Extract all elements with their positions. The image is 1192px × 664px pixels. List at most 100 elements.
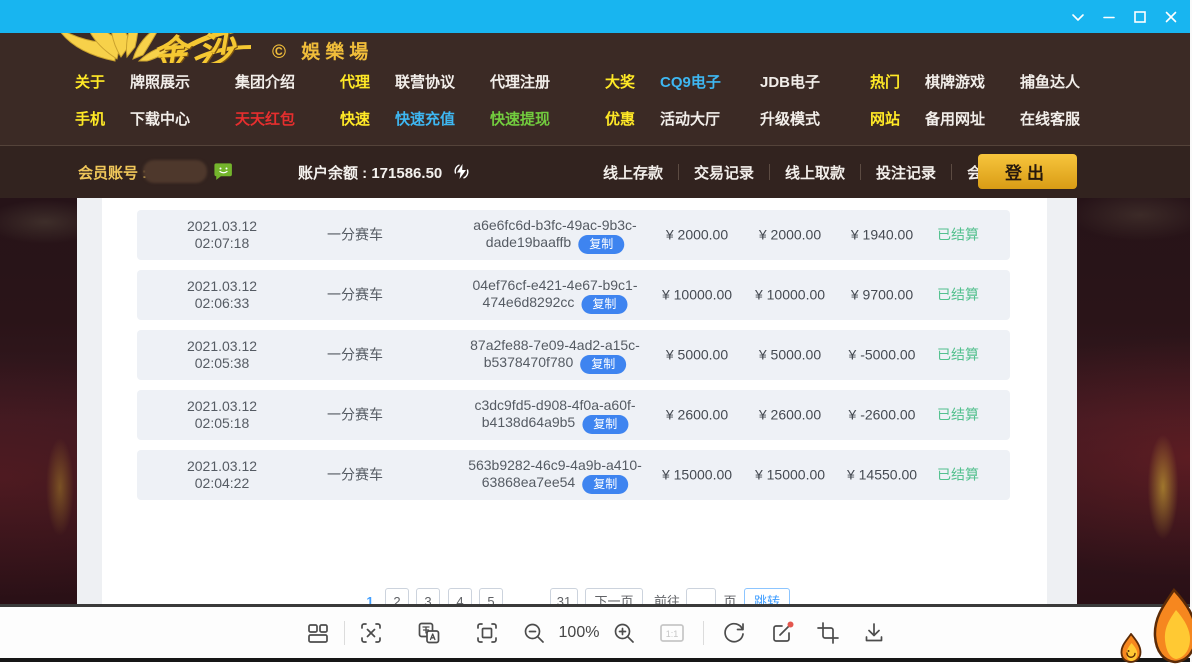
extract-text-icon[interactable] xyxy=(359,621,383,645)
link-online-withdraw[interactable]: 线上取款 xyxy=(770,162,860,183)
game-name: 一分赛车 xyxy=(327,407,383,424)
copy-button[interactable]: 复制 xyxy=(578,235,624,254)
nav-item-group-intro[interactable]: 集团介绍 xyxy=(235,71,340,92)
bet-amount: ¥ 2000.00 xyxy=(666,227,728,244)
nav-item-download[interactable]: 下载中心 xyxy=(130,108,235,129)
zoom-level-label: 100% xyxy=(559,624,600,642)
content-panel: 2021.03.1202:07:18 一分赛车 a6e6fc6d-b3fc-49… xyxy=(102,197,1047,604)
bet-amount: ¥ 2600.00 xyxy=(666,407,728,424)
nav-item-mobile[interactable]: 手机 xyxy=(75,108,130,129)
nav-item-cq9[interactable]: CQ9电子 xyxy=(660,71,760,92)
nav-item-about[interactable]: 关于 xyxy=(75,71,130,92)
translate-icon[interactable] xyxy=(417,621,441,645)
game-name: 一分赛车 xyxy=(327,287,383,304)
window-bottom-edge xyxy=(0,658,1192,662)
chat-icon[interactable] xyxy=(213,161,234,182)
nav-row-1: 关于 牌照展示 集团介绍 代理 联营协议 代理注册 大奖 CQ9电子 JDB电子… xyxy=(75,71,1115,92)
balance-label: 账户余额 : xyxy=(298,165,367,182)
download-icon[interactable] xyxy=(862,621,886,645)
link-bet-record[interactable]: 投注记录 xyxy=(861,162,951,183)
logo-area: 金沙 © 娛樂場 xyxy=(0,33,1192,63)
brand-logo-text: 金沙 xyxy=(150,33,245,63)
nav-item-license[interactable]: 牌照展示 xyxy=(130,71,235,92)
game-name: 一分赛车 xyxy=(327,227,383,244)
win-loss-amount: ¥ -5000.00 xyxy=(849,347,916,364)
bet-amount: ¥ 15000.00 xyxy=(662,467,732,484)
balance-value: 171586.50 xyxy=(371,165,442,182)
valid-amount: ¥ 2600.00 xyxy=(759,407,821,424)
divider xyxy=(703,621,704,645)
actual-size-icon[interactable]: 1:1 xyxy=(659,621,685,645)
balance-text: 账户余额 : 171586.50 xyxy=(298,162,470,183)
game-name: 一分赛车 xyxy=(327,467,383,484)
status-settled: 已结算 xyxy=(937,347,979,364)
bet-datetime: 2021.03.1202:05:38 xyxy=(187,338,257,372)
link-transaction-record[interactable]: 交易记录 xyxy=(679,162,769,183)
window-titlebar xyxy=(0,0,1192,33)
link-online-deposit[interactable]: 线上存款 xyxy=(588,162,678,183)
crop-icon[interactable] xyxy=(816,621,840,645)
nav-item-hot[interactable]: 热门 xyxy=(870,71,925,92)
copy-button[interactable]: 复制 xyxy=(581,295,627,314)
table-row: 2021.03.1202:07:18 一分赛车 a6e6fc6d-b3fc-49… xyxy=(137,210,1010,260)
table-row: 2021.03.1202:05:18 一分赛车 c3dc9fd5-d908-4f… xyxy=(137,390,1010,440)
nav-item-red-packet[interactable]: 天天红包 xyxy=(235,108,340,129)
transaction-id: c3dc9fd5-d908-4f0a-a60f- b4138d64a9b5复制 xyxy=(474,397,635,433)
nav-item-jdb[interactable]: JDB电子 xyxy=(760,71,870,92)
nav-item-alliance[interactable]: 联营协议 xyxy=(395,71,490,92)
chevron-down-icon[interactable] xyxy=(1062,0,1093,33)
nav-item-jackpot[interactable]: 大奖 xyxy=(605,71,660,92)
nav-item-promo[interactable]: 优惠 xyxy=(605,108,660,129)
edit-icon[interactable] xyxy=(769,620,795,646)
copy-button[interactable]: 复制 xyxy=(582,475,628,494)
nav-item-fast[interactable]: 快速 xyxy=(340,108,395,129)
status-settled: 已结算 xyxy=(937,227,979,244)
zoom-out-icon[interactable] xyxy=(521,620,547,646)
table-row: 2021.03.1202:06:33 一分赛车 04ef76cf-e421-4e… xyxy=(137,270,1010,320)
account-label: 会员账号 : xyxy=(78,162,147,183)
nav-item-website[interactable]: 网站 xyxy=(870,108,925,129)
nav-item-online-service[interactable]: 在线客服 xyxy=(1020,108,1115,129)
brand-suffix-text: © 娛樂場 xyxy=(272,37,373,63)
win-loss-amount: ¥ 1940.00 xyxy=(851,227,913,244)
logout-button[interactable]: 登出 xyxy=(978,154,1077,189)
maximize-icon[interactable] xyxy=(1124,0,1155,33)
bet-datetime: 2021.03.1202:05:18 xyxy=(187,398,257,432)
site-header: 金沙 © 娛樂場 关于 牌照展示 集团介绍 代理 联营协议 代理注册 大奖 CQ… xyxy=(0,33,1192,197)
valid-amount: ¥ 5000.00 xyxy=(759,347,821,364)
minimize-icon[interactable] xyxy=(1093,0,1124,33)
nav-item-activity-hall[interactable]: 活动大厅 xyxy=(660,108,760,129)
nav-item-fishing[interactable]: 捕鱼达人 xyxy=(1020,71,1115,92)
nav-item-chess-games[interactable]: 棋牌游戏 xyxy=(925,71,1020,92)
casino-background: 2021.03.1202:07:18 一分赛车 a6e6fc6d-b3fc-49… xyxy=(0,197,1192,604)
nav-item-upgrade-mode[interactable]: 升级模式 xyxy=(760,108,870,129)
bet-datetime: 2021.03.1202:07:18 xyxy=(187,218,257,252)
refresh-balance-icon[interactable] xyxy=(453,163,470,180)
nav-item-backup-url[interactable]: 备用网址 xyxy=(925,108,1020,129)
transaction-id: 87a2fe88-7e09-4ad2-a15c- b5378470f780复制 xyxy=(470,337,640,373)
status-settled: 已结算 xyxy=(937,287,979,304)
table-row: 2021.03.1202:04:22 一分赛车 563b9282-46c9-4a… xyxy=(137,450,1010,500)
status-settled: 已结算 xyxy=(937,467,979,484)
rotate-icon[interactable] xyxy=(722,620,748,646)
nav-item-fast-deposit[interactable]: 快速充值 xyxy=(395,108,490,129)
nav-item-fast-withdraw[interactable]: 快速提现 xyxy=(490,108,605,129)
copy-button[interactable]: 复制 xyxy=(582,415,628,434)
bet-datetime: 2021.03.1202:04:22 xyxy=(187,458,257,492)
page-background-panel: 2021.03.1202:07:18 一分赛车 a6e6fc6d-b3fc-49… xyxy=(77,197,1077,604)
zoom-in-icon[interactable] xyxy=(611,620,637,646)
multi-image-icon[interactable] xyxy=(306,621,330,645)
copy-button[interactable]: 复制 xyxy=(580,355,626,374)
nav-item-agent[interactable]: 代理 xyxy=(340,71,395,92)
win-loss-amount: ¥ 9700.00 xyxy=(851,287,913,304)
fit-screen-icon[interactable] xyxy=(475,621,499,645)
account-links: 线上存款 交易记录 线上取款 投注记录 会员中心 xyxy=(588,146,1042,198)
valid-amount: ¥ 2000.00 xyxy=(759,227,821,244)
small-flame-icon xyxy=(1118,633,1144,663)
close-icon[interactable] xyxy=(1155,0,1186,33)
window-controls xyxy=(1062,0,1186,33)
win-loss-amount: ¥ -2600.00 xyxy=(849,407,916,424)
nav-item-agent-register[interactable]: 代理注册 xyxy=(490,71,605,92)
divider xyxy=(344,621,345,645)
bet-record-table: 2021.03.1202:07:18 一分赛车 a6e6fc6d-b3fc-49… xyxy=(137,210,1010,510)
